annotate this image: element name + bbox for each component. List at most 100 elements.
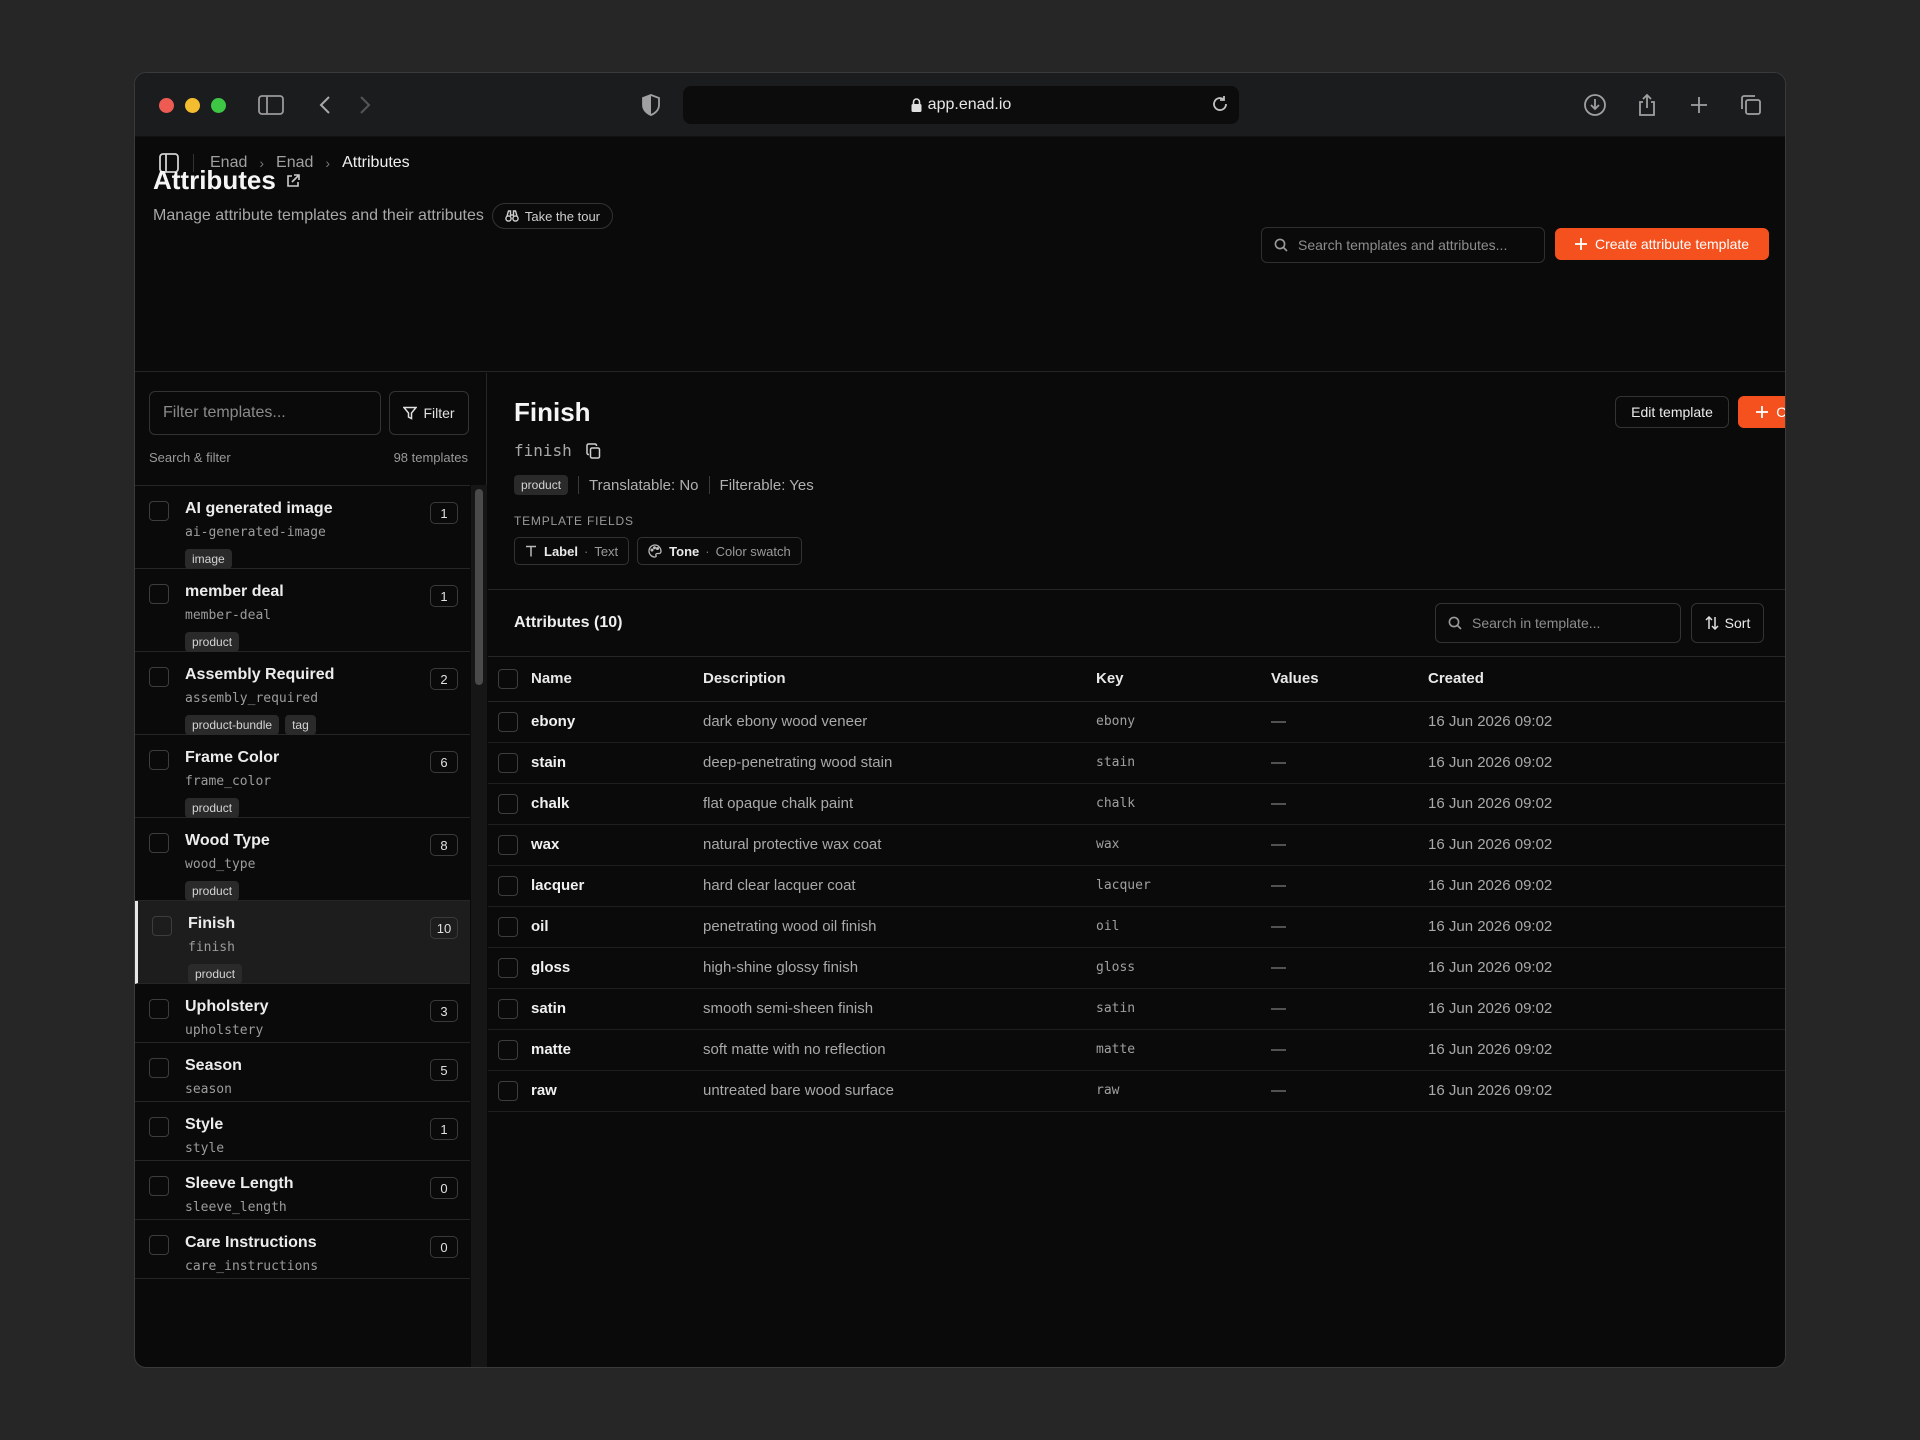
row-select-cell [488,824,531,866]
attribute-count-badge: 0 [430,1236,458,1258]
attribute-name: oil [531,906,703,948]
row-checkbox[interactable] [498,711,518,732]
attribute-count-badge: 1 [430,502,458,524]
template-checkbox[interactable] [149,1117,169,1137]
template-key: ai-generated-image [185,525,326,540]
template-list-item[interactable]: Upholstery upholstery 3 [135,984,470,1043]
row-checkbox[interactable] [498,998,518,1019]
template-list-item[interactable]: Finish finish product 10 [135,901,470,984]
attribute-values: — [1271,988,1428,1030]
row-checkbox[interactable] [498,875,518,896]
templates-sidebar: Filter templates... Filter Search & filt… [135,373,487,1367]
template-checkbox[interactable] [152,916,172,936]
template-tags: product-bundle tag [185,715,316,735]
browser-window: app.enad.io Enad › Enad › Attributes Att… [134,72,1786,1368]
external-link-icon[interactable] [286,173,300,188]
row-checkbox[interactable] [498,916,518,937]
column-header-values[interactable]: Values [1271,657,1428,702]
select-all-checkbox[interactable] [498,668,518,689]
select-all-cell [488,657,531,702]
row-checkbox[interactable] [498,752,518,773]
template-checkbox[interactable] [149,1058,169,1078]
attribute-values: — [1271,1029,1428,1071]
create-attributes-button[interactable]: Create attributes [1738,396,1785,428]
filter-templates-input[interactable]: Filter templates... [149,391,381,435]
template-list-item[interactable]: Sleeve Length sleeve_length 0 [135,1161,470,1220]
global-search-input[interactable]: Search templates and attributes... [1261,227,1545,263]
template-checkbox[interactable] [149,584,169,604]
table-row[interactable]: wax natural protective wax coat wax —16 Jun… [488,824,1785,866]
binoculars-icon [505,210,519,222]
template-list-item[interactable]: Style style 1 [135,1102,470,1161]
edit-template-button[interactable]: Edit template [1615,396,1729,428]
plus-icon [1756,406,1769,418]
template-checkbox[interactable] [149,750,169,770]
template-list-item[interactable]: Care Instructions care_instructions 0 [135,1220,470,1279]
row-checkbox[interactable] [498,793,518,814]
filter-button-label: Filter [423,405,455,421]
attribute-created: 16 Jun 2026 09:02 [1428,701,1785,743]
table-row[interactable]: chalk flat opaque chalk paint chalk —16 Jun… [488,783,1785,825]
template-key-text: finish [514,441,572,460]
sort-button[interactable]: Sort [1691,603,1764,643]
search-filter-label: Search & filter [149,450,231,465]
template-list-item[interactable]: Frame Color frame_color product 6 [135,735,470,818]
row-checkbox[interactable] [498,1039,518,1060]
row-select-cell [488,701,531,743]
attribute-count-badge: 10 [430,917,458,939]
table-row[interactable]: ebony dark ebony wood veneer ebony —16 Jun … [488,701,1785,743]
table-header-row: Name Description Key Values Created [488,657,1785,702]
attribute-count-badge: 0 [430,1177,458,1199]
attribute-created: 16 Jun 2026 09:02 [1428,742,1785,784]
template-list-item[interactable]: Season season 5 [135,1043,470,1102]
template-checkbox[interactable] [149,833,169,853]
row-checkbox[interactable] [498,957,518,978]
attribute-created: 16 Jun 2026 09:02 [1428,1029,1785,1071]
field-separator: · [583,543,589,559]
row-checkbox[interactable] [498,1080,518,1101]
take-tour-button[interactable]: Take the tour [491,203,614,229]
column-header-description[interactable]: Description [703,657,1096,702]
table-row[interactable]: matte soft matte with no reflection matte —… [488,1029,1785,1071]
attribute-description: smooth semi-sheen finish [703,988,1096,1030]
attribute-description: high-shine glossy finish [703,947,1096,989]
attribute-search-input[interactable]: Search in template... [1435,603,1681,643]
column-header-created[interactable]: Created [1428,657,1785,702]
table-row[interactable]: satin smooth semi-sheen finish satin —16 Ju… [488,988,1785,1030]
template-list-item[interactable]: member deal member-deal product 1 [135,569,470,652]
template-list-item[interactable]: AI generated image ai-generated-image imag… [135,486,470,569]
template-name: Care Instructions [185,1234,317,1251]
template-list-item[interactable]: Wood Type wood_type product 8 [135,818,470,901]
template-checkbox[interactable] [149,501,169,521]
template-tags: image [185,549,232,569]
template-list: AI generated image ai-generated-image imag… [135,485,470,1367]
template-detail: Finish finish product Translatable: No F… [488,373,1785,1367]
attribute-values: — [1271,906,1428,948]
scrollbar-thumb[interactable] [475,489,483,685]
template-list-item[interactable]: Assembly Required assembly_required produc… [135,652,470,735]
template-fields-label: TEMPLATE FIELDS [514,514,634,528]
template-checkbox[interactable] [149,1176,169,1196]
create-attribute-template-button[interactable]: Create attribute template [1555,228,1769,260]
template-checkbox[interactable] [149,1235,169,1255]
table-row[interactable]: stain deep-penetrating wood stain stain —16… [488,742,1785,784]
template-checkbox[interactable] [149,999,169,1019]
table-row[interactable]: raw untreated bare wood surface raw —16 Jun… [488,1070,1785,1112]
row-checkbox[interactable] [498,834,518,855]
attribute-description: deep-penetrating wood stain [703,742,1096,784]
filter-button[interactable]: Filter [389,391,469,435]
table-row[interactable]: oil penetrating wood oil finish oil —16 Jun… [488,906,1785,948]
column-header-name[interactable]: Name [531,657,703,702]
table-row[interactable]: gloss high-shine glossy finish gloss —16 Ju… [488,947,1785,989]
column-header-key[interactable]: Key [1096,657,1271,702]
attribute-values: — [1271,701,1428,743]
copy-icon[interactable] [586,442,601,459]
table-row[interactable]: lacquer hard clear lacquer coat lacquer —16… [488,865,1785,907]
attribute-created: 16 Jun 2026 09:02 [1428,1070,1785,1112]
attribute-key: chalk [1096,783,1271,825]
attribute-values: — [1271,1070,1428,1112]
attribute-created: 16 Jun 2026 09:02 [1428,906,1785,948]
template-list-scrollbar[interactable] [471,485,487,1367]
template-checkbox[interactable] [149,667,169,687]
take-tour-label: Take the tour [524,208,601,224]
